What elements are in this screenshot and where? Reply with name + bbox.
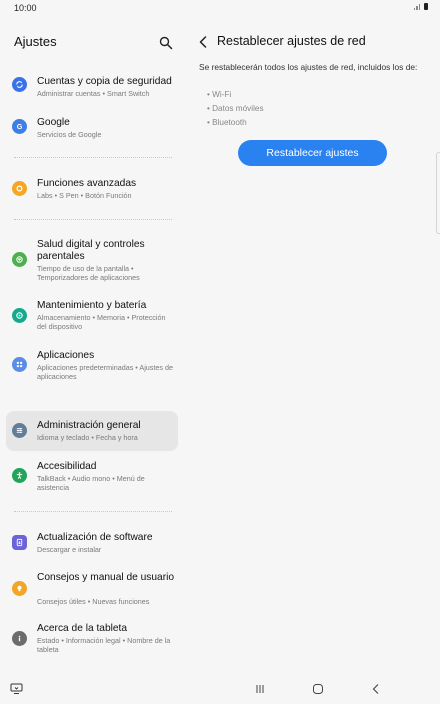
search-icon[interactable] bbox=[159, 36, 173, 50]
menu-item-subtitle: Tiempo de uso de la pantalla • Temporiza… bbox=[37, 264, 140, 282]
menu-item-title: Mantenimiento y batería bbox=[37, 300, 147, 311]
menu-item-title: Actualización de software bbox=[37, 532, 153, 543]
heart-icon bbox=[12, 252, 27, 267]
menu-item-administracion-general[interactable]: Administración general Idioma y teclado … bbox=[6, 411, 178, 451]
menu-item-subtitle: TalkBack • Audio mono • Menú de asistenc… bbox=[37, 474, 145, 492]
keyboard-toggle-icon[interactable] bbox=[10, 683, 23, 695]
reset-description: Se restablecerán todos los ajustes de re… bbox=[199, 62, 418, 72]
menu-item-title: Cuentas y copia de seguridad bbox=[37, 76, 172, 87]
apps-grid-icon bbox=[12, 357, 27, 372]
back-nav-icon[interactable] bbox=[370, 683, 382, 695]
menu-item-title: Acerca de la tableta bbox=[37, 623, 128, 634]
menu-item-title: Google bbox=[37, 117, 70, 128]
gear-plus-icon bbox=[12, 181, 27, 196]
menu-item-accesibilidad[interactable]: Accesibilidad TalkBack • Audio mono • Me… bbox=[6, 459, 178, 497]
menu-item-subtitle: Almacenamiento • Memoria • Protección de… bbox=[37, 313, 166, 331]
menu-item-google[interactable]: G Google Servicios de Google bbox=[6, 112, 178, 140]
menu-item-title: Salud digital y controles parentales bbox=[37, 239, 145, 262]
menu-item-subtitle: Administrar cuentas • Smart Switch bbox=[37, 89, 150, 98]
menu-item-actualizacion-software[interactable]: Actualización de software Descargar e in… bbox=[6, 528, 178, 556]
status-time: 10:00 bbox=[14, 3, 37, 13]
menu-item-subtitle: Consejos útiles • Nuevas funciones bbox=[37, 597, 150, 606]
info-icon bbox=[12, 631, 27, 646]
sync-icon bbox=[12, 77, 27, 92]
menu-item-subtitle: Labs • S Pen • Botón Función bbox=[37, 191, 132, 200]
reset-network-pane: Restablecer ajustes de red Se restablece… bbox=[186, 18, 440, 678]
bullet-wifi: • Wi-Fi bbox=[207, 90, 232, 99]
divider bbox=[14, 219, 172, 220]
menu-item-salud-digital[interactable]: Salud digital y controles parentales Tie… bbox=[6, 236, 178, 284]
menu-item-consejos-manual[interactable]: Consejos y manual de usuario Consejos út… bbox=[6, 570, 178, 610]
menu-item-aplicaciones[interactable]: Aplicaciones Aplicaciones predeterminada… bbox=[6, 347, 178, 385]
menu-item-subtitle: Estado • Información legal • Nombre de l… bbox=[37, 636, 171, 654]
settings-list-pane: Ajustes Cuentas y copia de seguridad Adm… bbox=[0, 18, 186, 678]
svg-text:G: G bbox=[17, 122, 23, 131]
divider bbox=[14, 511, 172, 512]
navigation-bar bbox=[0, 678, 440, 704]
status-icons bbox=[413, 3, 428, 10]
menu-item-title: Accesibilidad bbox=[37, 461, 97, 472]
google-icon: G bbox=[12, 119, 27, 134]
home-icon[interactable] bbox=[312, 683, 324, 695]
menu-item-subtitle: Servicios de Google bbox=[37, 130, 102, 139]
status-bar: 10:00 bbox=[0, 0, 440, 18]
menu-item-cuentas[interactable]: Cuentas y copia de seguridad Administrar… bbox=[6, 70, 178, 98]
bullet-mobile-data: • Datos móviles bbox=[207, 104, 264, 113]
sliders-icon bbox=[12, 423, 27, 438]
menu-item-subtitle: Idioma y teclado • Fecha y hora bbox=[37, 433, 138, 442]
recent-apps-icon[interactable] bbox=[254, 683, 266, 695]
menu-item-subtitle: Aplicaciones predeterminadas • Ajustes d… bbox=[37, 363, 173, 381]
accessibility-icon bbox=[12, 468, 27, 483]
signal-icon bbox=[413, 4, 420, 10]
menu-item-funciones-avanzadas[interactable]: Funciones avanzadas Labs • S Pen • Botón… bbox=[6, 174, 178, 202]
menu-item-mantenimiento[interactable]: Mantenimiento y batería Almacenamiento •… bbox=[6, 298, 178, 336]
bullet-bluetooth: • Bluetooth bbox=[207, 118, 247, 127]
menu-item-title: Administración general bbox=[37, 420, 141, 431]
menu-item-title: Funciones avanzadas bbox=[37, 178, 137, 189]
edge-panel-handle[interactable] bbox=[436, 152, 440, 234]
menu-item-subtitle: Descargar e instalar bbox=[37, 545, 102, 554]
maintenance-icon bbox=[12, 308, 27, 323]
back-arrow-icon[interactable] bbox=[198, 36, 208, 48]
page-title: Restablecer ajustes de red bbox=[217, 34, 366, 48]
menu-item-acerca-tableta[interactable]: Acerca de la tableta Estado • Informació… bbox=[6, 621, 178, 659]
menu-item-title: Aplicaciones bbox=[37, 350, 95, 361]
settings-title: Ajustes bbox=[14, 34, 57, 49]
lightbulb-icon bbox=[12, 581, 27, 596]
software-update-icon bbox=[12, 535, 27, 550]
divider bbox=[14, 157, 172, 158]
reset-settings-button[interactable]: Restablecer ajustes bbox=[238, 140, 387, 166]
battery-icon bbox=[424, 3, 428, 10]
menu-item-title: Consejos y manual de usuario bbox=[37, 572, 175, 583]
